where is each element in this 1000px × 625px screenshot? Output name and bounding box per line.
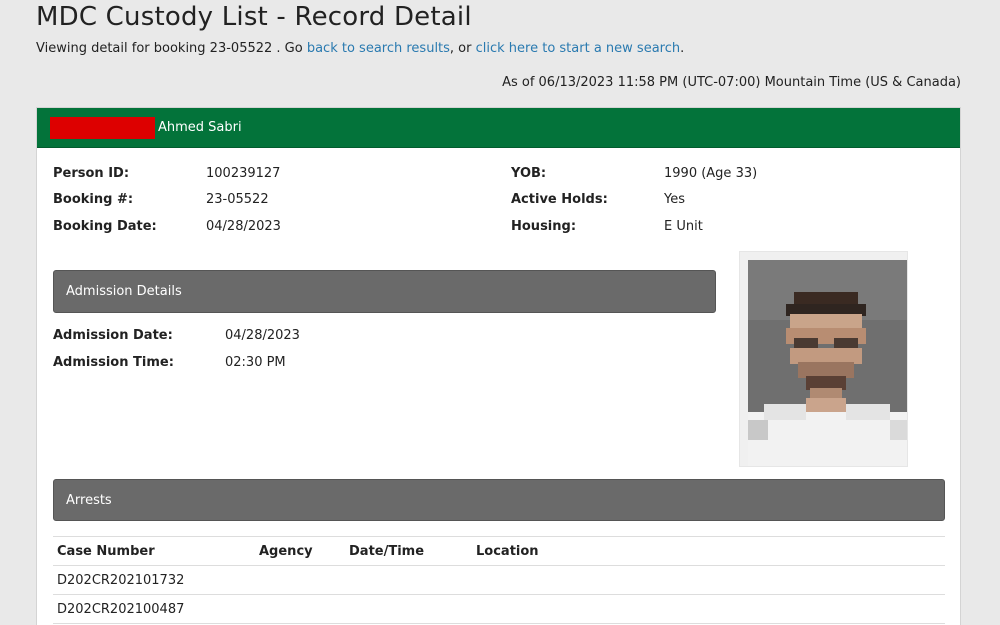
arrests-table: Case Number Agency Date/Time Location D2… — [53, 536, 945, 624]
table-row: D202CR202100487 — [53, 594, 945, 624]
active-holds-value: Yes — [664, 192, 685, 207]
booking-date-label: Booking Date: — [53, 219, 157, 234]
booking-number-value: 23-05522 — [206, 192, 269, 207]
column-location: Location — [472, 536, 945, 566]
subline-prefix: Viewing detail for booking 23-05522 . Go — [36, 41, 307, 56]
case-number-cell: D202CR202101732 — [53, 565, 255, 595]
booking-number-label: Booking #: — [53, 192, 134, 207]
column-case-number: Case Number — [53, 536, 255, 566]
admission-time-value: 02:30 PM — [225, 355, 286, 370]
active-holds-label: Active Holds: — [511, 192, 608, 207]
date-time-cell — [345, 565, 472, 595]
record-header: Ahmed Sabri — [37, 108, 960, 148]
booking-date-value: 04/28/2023 — [206, 219, 281, 234]
column-agency: Agency — [255, 536, 345, 566]
column-date-time: Date/Time — [345, 536, 472, 566]
back-to-search-link[interactable]: back to search results — [307, 41, 450, 56]
admission-date-value: 04/28/2023 — [225, 328, 300, 343]
booking-subline: Viewing detail for booking 23-05522 . Go… — [36, 41, 684, 56]
mugshot-photo — [739, 251, 908, 467]
yob-value: 1990 (Age 33) — [664, 166, 758, 181]
case-number-cell: D202CR202100487 — [53, 594, 255, 624]
agency-cell — [255, 565, 345, 595]
yob-label: YOB: — [511, 166, 547, 181]
record-panel: Ahmed Sabri Person ID: 100239127 Booking… — [36, 107, 961, 625]
housing-label: Housing: — [511, 219, 577, 234]
arrests-bar: Arrests — [53, 479, 945, 521]
subline-middle: , or — [449, 41, 476, 56]
as-of-timestamp: As of 06/13/2023 11:58 PM (UTC-07:00) Mo… — [502, 75, 961, 90]
person-id-label: Person ID: — [53, 166, 130, 181]
date-time-cell — [345, 594, 472, 624]
admission-details-bar: Admission Details — [53, 270, 716, 313]
table-row: D202CR202101732 — [53, 565, 945, 595]
admission-date-label: Admission Date: — [53, 328, 173, 343]
housing-value: E Unit — [664, 219, 703, 234]
arrests-header-row: Case Number Agency Date/Time Location — [53, 536, 945, 566]
redaction-block — [50, 116, 155, 139]
location-cell — [472, 565, 945, 595]
page-title: MDC Custody List - Record Detail — [36, 2, 472, 32]
person-id-value: 100239127 — [206, 166, 281, 181]
agency-cell — [255, 594, 345, 624]
subline-suffix: . — [680, 41, 685, 56]
new-search-link[interactable]: click here to start a new search — [476, 41, 680, 56]
mugshot-pixelated-icon — [740, 252, 907, 466]
admission-time-label: Admission Time: — [53, 355, 174, 370]
arrests-title: Arrests — [66, 492, 112, 508]
location-cell — [472, 594, 945, 624]
inmate-name: Ahmed Sabri — [158, 120, 242, 135]
admission-details-title: Admission Details — [66, 284, 182, 299]
